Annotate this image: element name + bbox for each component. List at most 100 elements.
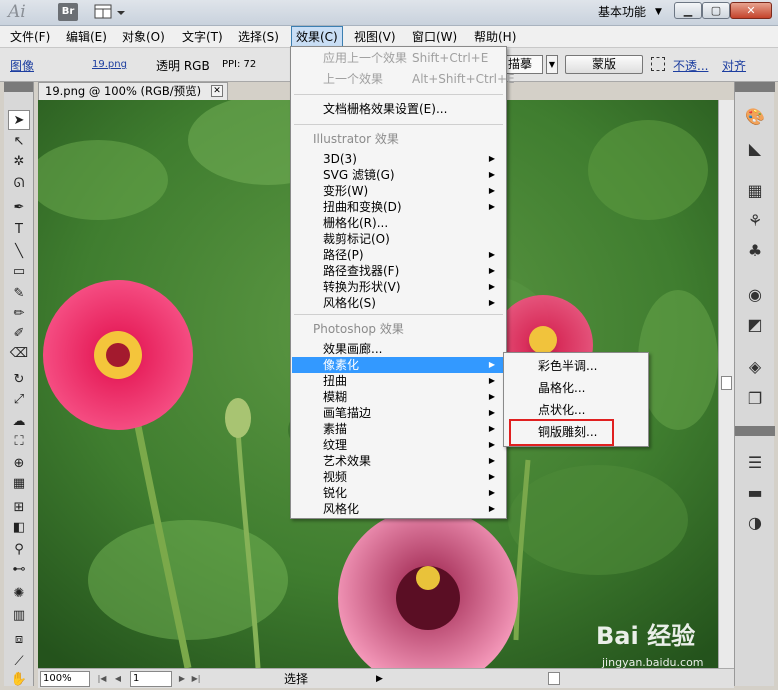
chevron-down-icon[interactable]: ▼ xyxy=(546,55,558,74)
warp-tool-icon[interactable]: ☁ xyxy=(8,412,30,432)
paintbrush-tool-icon[interactable]: ✎ xyxy=(8,284,30,304)
blend-tool-icon[interactable]: ⊷ xyxy=(8,560,30,580)
artboard-number-field[interactable]: 1 xyxy=(130,671,172,687)
menu-file[interactable]: 文件(F) xyxy=(6,26,54,48)
next-artboard-icon[interactable]: ▶ xyxy=(176,672,188,686)
transparency-icon[interactable]: ◑ xyxy=(743,512,767,534)
panel-header[interactable] xyxy=(4,82,33,92)
status-menu-arrow-icon[interactable]: ▶ xyxy=(376,672,383,686)
effect-video-item[interactable]: 视频 ▶ xyxy=(292,469,505,485)
gradient-tool-icon[interactable]: ◧ xyxy=(8,518,30,538)
effect-convert-to-shape-item[interactable]: 转换为形状(V) ▶ xyxy=(292,279,505,295)
layers-icon[interactable]: ◈ xyxy=(743,356,767,378)
bridge-button[interactable]: Br xyxy=(58,3,78,21)
appearance-icon[interactable]: ◉ xyxy=(743,284,767,306)
panel-header[interactable] xyxy=(735,426,775,436)
effect-distort-transform-item[interactable]: 扭曲和变换(D) ▶ xyxy=(292,199,505,215)
menu-view[interactable]: 视图(V) xyxy=(350,26,400,48)
symbols-icon[interactable]: ♣ xyxy=(743,240,767,262)
status-mode-label[interactable]: 选择 xyxy=(284,671,308,687)
effect-pathfinder-item[interactable]: 路径查找器(F) ▶ xyxy=(292,263,505,279)
chevron-down-icon[interactable]: ▼ xyxy=(655,3,662,21)
linked-file-link[interactable]: 19.png xyxy=(92,59,127,70)
image-link[interactable]: 图像 xyxy=(10,57,34,74)
raster-effects-settings-item[interactable]: 文档栅格效果设置(E)... xyxy=(292,101,505,117)
menu-effect[interactable]: 效果(C) xyxy=(291,26,343,48)
align-link[interactable]: 对齐 xyxy=(722,57,746,74)
magic-wand-tool-icon[interactable]: ✲ xyxy=(8,152,30,172)
mask-button[interactable]: 蒙版 xyxy=(565,55,643,74)
zoom-field[interactable]: 100% xyxy=(40,671,90,687)
previous-artboard-icon[interactable]: ◀ xyxy=(112,672,124,686)
color-guide-icon[interactable]: ◣ xyxy=(743,138,767,160)
effect-path-item[interactable]: 路径(P) ▶ xyxy=(292,247,505,263)
gradient-icon[interactable]: ▬ xyxy=(743,482,767,504)
artboard-tool-icon[interactable]: ⧈ xyxy=(8,630,30,650)
effect-distort-item[interactable]: 扭曲 ▶ xyxy=(292,373,505,389)
pencil-tool-icon[interactable]: ✏ xyxy=(8,304,30,324)
direct-selection-tool-icon[interactable]: ↖ xyxy=(8,132,30,152)
free-transform-tool-icon[interactable]: ⛶ xyxy=(8,432,30,452)
effect-texture-item[interactable]: 纹理 ▶ xyxy=(292,437,505,453)
scrollbar-thumb[interactable] xyxy=(721,376,732,390)
hand-tool-icon[interactable]: ✋ xyxy=(8,670,30,690)
effect-brush-strokes-item[interactable]: 画笔描边 ▶ xyxy=(292,405,505,421)
pen-tool-icon[interactable]: ✒ xyxy=(8,198,30,218)
selection-tool-icon[interactable]: ➤ xyxy=(8,110,30,130)
last-effect-item[interactable]: 上一个效果 Alt+Shift+Ctrl+E xyxy=(292,71,515,87)
slice-tool-icon[interactable]: ⟋ xyxy=(8,652,30,672)
first-artboard-icon[interactable]: |◀ xyxy=(96,672,108,686)
crystallize-item[interactable]: 晶格化... xyxy=(508,378,645,398)
menu-window[interactable]: 窗口(W) xyxy=(408,26,461,48)
lasso-tool-icon[interactable]: ᘏ xyxy=(8,174,30,194)
apply-last-effect-item[interactable]: 应用上一个效果 Shift+Ctrl+E xyxy=(292,50,505,66)
scale-tool-icon[interactable]: ⤢ xyxy=(8,390,30,410)
blob-brush-tool-icon[interactable]: ✐ xyxy=(8,324,30,344)
close-button[interactable]: ✕ xyxy=(730,2,772,19)
eraser-tool-icon[interactable]: ⌫ xyxy=(8,344,30,364)
last-artboard-icon[interactable]: ▶| xyxy=(190,672,202,686)
effect-crop-marks-item[interactable]: 裁剪标记(O) xyxy=(292,231,505,247)
maximize-button[interactable]: ▢ xyxy=(702,2,730,19)
effect-rasterize-item[interactable]: 栅格化(R)... xyxy=(292,215,505,231)
effect-sharpen-item[interactable]: 锐化 ▶ xyxy=(292,485,505,501)
opacity-link[interactable]: 不透... xyxy=(673,57,708,74)
rotate-tool-icon[interactable]: ↻ xyxy=(8,370,30,390)
vertical-scrollbar[interactable] xyxy=(718,100,734,668)
close-icon[interactable]: ✕ xyxy=(211,85,223,97)
menu-type[interactable]: 文字(T) xyxy=(178,26,227,48)
arrange-documents-button[interactable] xyxy=(94,3,128,21)
document-tab[interactable]: 19.png @ 100% (RGB/预览) ✕ xyxy=(38,82,228,100)
mesh-tool-icon[interactable]: ⊞ xyxy=(8,498,30,518)
shape-builder-tool-icon[interactable]: ⊕ xyxy=(8,454,30,474)
effect-3d-item[interactable]: 3D(3) ▶ xyxy=(292,151,505,167)
effect-stylize-item[interactable]: 风格化(S) ▶ xyxy=(292,295,505,311)
artboards-icon[interactable]: ❐ xyxy=(743,388,767,410)
perspective-grid-tool-icon[interactable]: ▦ xyxy=(8,474,30,494)
minimize-button[interactable]: ▁ xyxy=(674,2,702,19)
effect-photoshop-stylize-item[interactable]: 风格化 ▶ xyxy=(292,501,505,517)
horizontal-scrollbar-thumb[interactable] xyxy=(548,672,560,685)
menu-object[interactable]: 对象(O) xyxy=(118,26,169,48)
symbol-sprayer-tool-icon[interactable]: ✺ xyxy=(8,584,30,604)
transform-icon[interactable] xyxy=(651,57,665,71)
effect-warp-item[interactable]: 变形(W) ▶ xyxy=(292,183,505,199)
stroke-icon[interactable]: ☰ xyxy=(743,452,767,474)
rectangle-tool-icon[interactable]: ▭ xyxy=(8,262,30,282)
line-tool-icon[interactable]: ╲ xyxy=(8,242,30,262)
menu-help[interactable]: 帮助(H) xyxy=(470,26,520,48)
type-tool-icon[interactable]: T xyxy=(8,220,30,240)
effect-blur-item[interactable]: 模糊 ▶ xyxy=(292,389,505,405)
effect-artistic-item[interactable]: 艺术效果 ▶ xyxy=(292,453,505,469)
effect-gallery-item[interactable]: 效果画廊... xyxy=(292,341,505,357)
menu-select[interactable]: 选择(S) xyxy=(234,26,283,48)
swatches-icon[interactable]: ▦ xyxy=(743,180,767,202)
column-graph-tool-icon[interactable]: ▥ xyxy=(8,606,30,626)
color-panel-icon[interactable]: 🎨 xyxy=(743,106,767,128)
effect-pixelate-item[interactable]: 像素化 ▶ xyxy=(292,357,505,373)
pointillize-item[interactable]: 点状化... xyxy=(508,400,645,420)
effect-svg-filters-item[interactable]: SVG 滤镜(G) ▶ xyxy=(292,167,505,183)
eyedropper-tool-icon[interactable]: ⚲ xyxy=(8,540,30,560)
menu-edit[interactable]: 编辑(E) xyxy=(62,26,111,48)
panel-header[interactable] xyxy=(735,82,775,92)
